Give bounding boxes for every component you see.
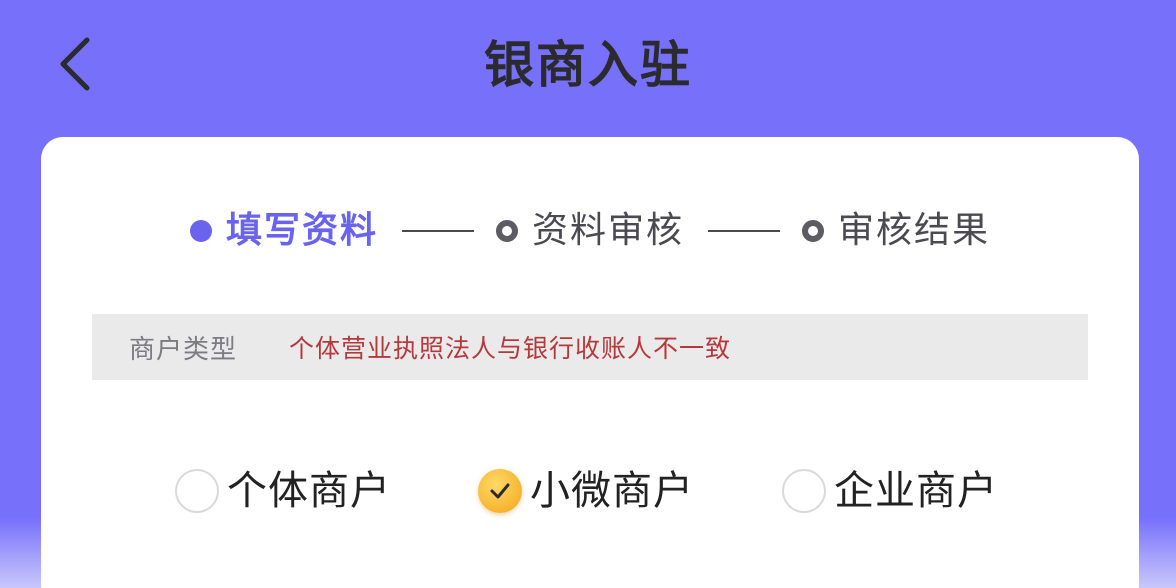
option-label: 小微商户 — [530, 468, 694, 514]
step-connector — [401, 230, 474, 232]
option-label: 个体商户 — [227, 468, 391, 514]
step-pending-dot-icon — [495, 220, 518, 242]
option-micro[interactable]: 小微商户 — [478, 463, 694, 519]
checkmark-icon — [490, 483, 510, 499]
form-card: 填写资料 资料审核 审核结果 商户类型 个体营业执照法人与银行收账人不一致 个体… — [41, 137, 1139, 588]
progress-steps: 填写资料 资料审核 审核结果 — [41, 209, 1139, 253]
step-active-dot-icon — [189, 220, 212, 242]
option-label: 企业商户 — [834, 468, 998, 514]
option-individual[interactable]: 个体商户 — [175, 463, 391, 519]
step-review: 资料审核 — [495, 209, 684, 253]
step-pending-dot-icon — [802, 220, 824, 242]
radio-unchecked-icon[interactable] — [175, 469, 219, 513]
merchant-type-bar: 商户类型 个体营业执照法人与银行收账人不一致 — [92, 314, 1088, 380]
merchant-type-label: 商户类型 — [129, 334, 238, 365]
step-label: 资料审核 — [531, 210, 684, 251]
merchant-type-options: 个体商户 小微商户 企业商户 — [41, 463, 1139, 519]
radio-unchecked-icon[interactable] — [782, 469, 826, 513]
step-fill-info: 填写资料 — [189, 209, 378, 253]
merchant-type-warning: 个体营业执照法人与银行收账人不一致 — [289, 334, 732, 363]
step-label: 审核结果 — [838, 210, 991, 251]
step-label: 填写资料 — [225, 210, 378, 251]
radio-checked-icon[interactable] — [478, 469, 522, 513]
option-enterprise[interactable]: 企业商户 — [782, 463, 998, 519]
page-title: 银商入驻 — [484, 36, 692, 94]
step-result: 审核结果 — [802, 209, 990, 253]
step-connector — [708, 230, 780, 232]
